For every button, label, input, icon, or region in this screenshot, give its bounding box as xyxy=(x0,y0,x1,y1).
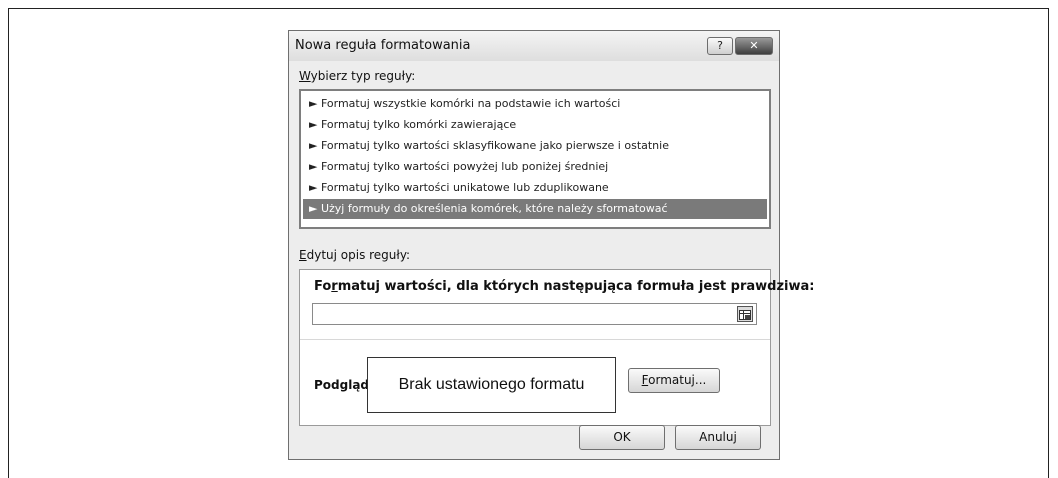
new-formatting-rule-dialog: Nowa reguła formatowania ? ✕ Wybierz typ… xyxy=(288,30,815,460)
rule-type-list[interactable]: ► Formatuj wszystkie komórki na podstawi… xyxy=(299,89,771,229)
help-button[interactable]: ? xyxy=(707,37,733,55)
rule-type-label-text: ybierz typ reguły: xyxy=(310,69,416,83)
formula-heading: Formatuj wartości, dla których następują… xyxy=(314,279,815,294)
range-selector-button[interactable] xyxy=(737,306,753,322)
preview-separator xyxy=(300,339,770,340)
formula-heading-pre: Fo xyxy=(314,279,332,294)
format-preview: Brak ustawionego formatu xyxy=(367,357,616,413)
rule-type-label-accel: W xyxy=(299,69,311,83)
format-button-text: ormatuj... xyxy=(648,373,707,387)
rule-type-item[interactable]: ► Formatuj tylko komórki zawierające xyxy=(303,115,767,135)
ok-button[interactable]: OK xyxy=(579,425,665,450)
edit-description-label-text: dytuj opis reguły: xyxy=(306,248,411,262)
rule-type-label: Wybierz typ reguły: xyxy=(299,69,415,83)
cancel-button[interactable]: Anuluj xyxy=(675,425,761,450)
format-button[interactable]: Formatuj... xyxy=(628,368,720,393)
formula-input[interactable] xyxy=(312,303,757,325)
rule-type-item-selected[interactable]: ► Użyj formuły do określenia komórek, kt… xyxy=(303,199,767,219)
rule-type-item[interactable]: ► Formatuj wszystkie komórki na podstawi… xyxy=(303,94,767,114)
close-button[interactable]: ✕ xyxy=(735,37,773,55)
rule-type-item[interactable]: ► Formatuj tylko wartości sklasyfikowane… xyxy=(303,136,767,156)
title-bar: Nowa reguła formatowania ? ✕ xyxy=(289,31,779,61)
rule-description-panel: Formatuj wartości, dla których następują… xyxy=(299,269,815,426)
range-selector-icon xyxy=(739,310,751,320)
preview-label: Podgląd: xyxy=(314,378,374,392)
edit-description-label-accel: E xyxy=(299,248,307,262)
rule-type-item[interactable]: ► Formatuj tylko wartości unikatowe lub … xyxy=(303,178,767,198)
rule-type-item[interactable]: ► Formatuj tylko wartości powyżej lub po… xyxy=(303,157,767,177)
edit-description-label: Edytuj opis reguły: xyxy=(299,248,410,262)
dialog-title: Nowa reguła formatowania xyxy=(295,38,471,53)
formula-heading-rest: matuj wartości, dla których następująca … xyxy=(337,279,815,294)
